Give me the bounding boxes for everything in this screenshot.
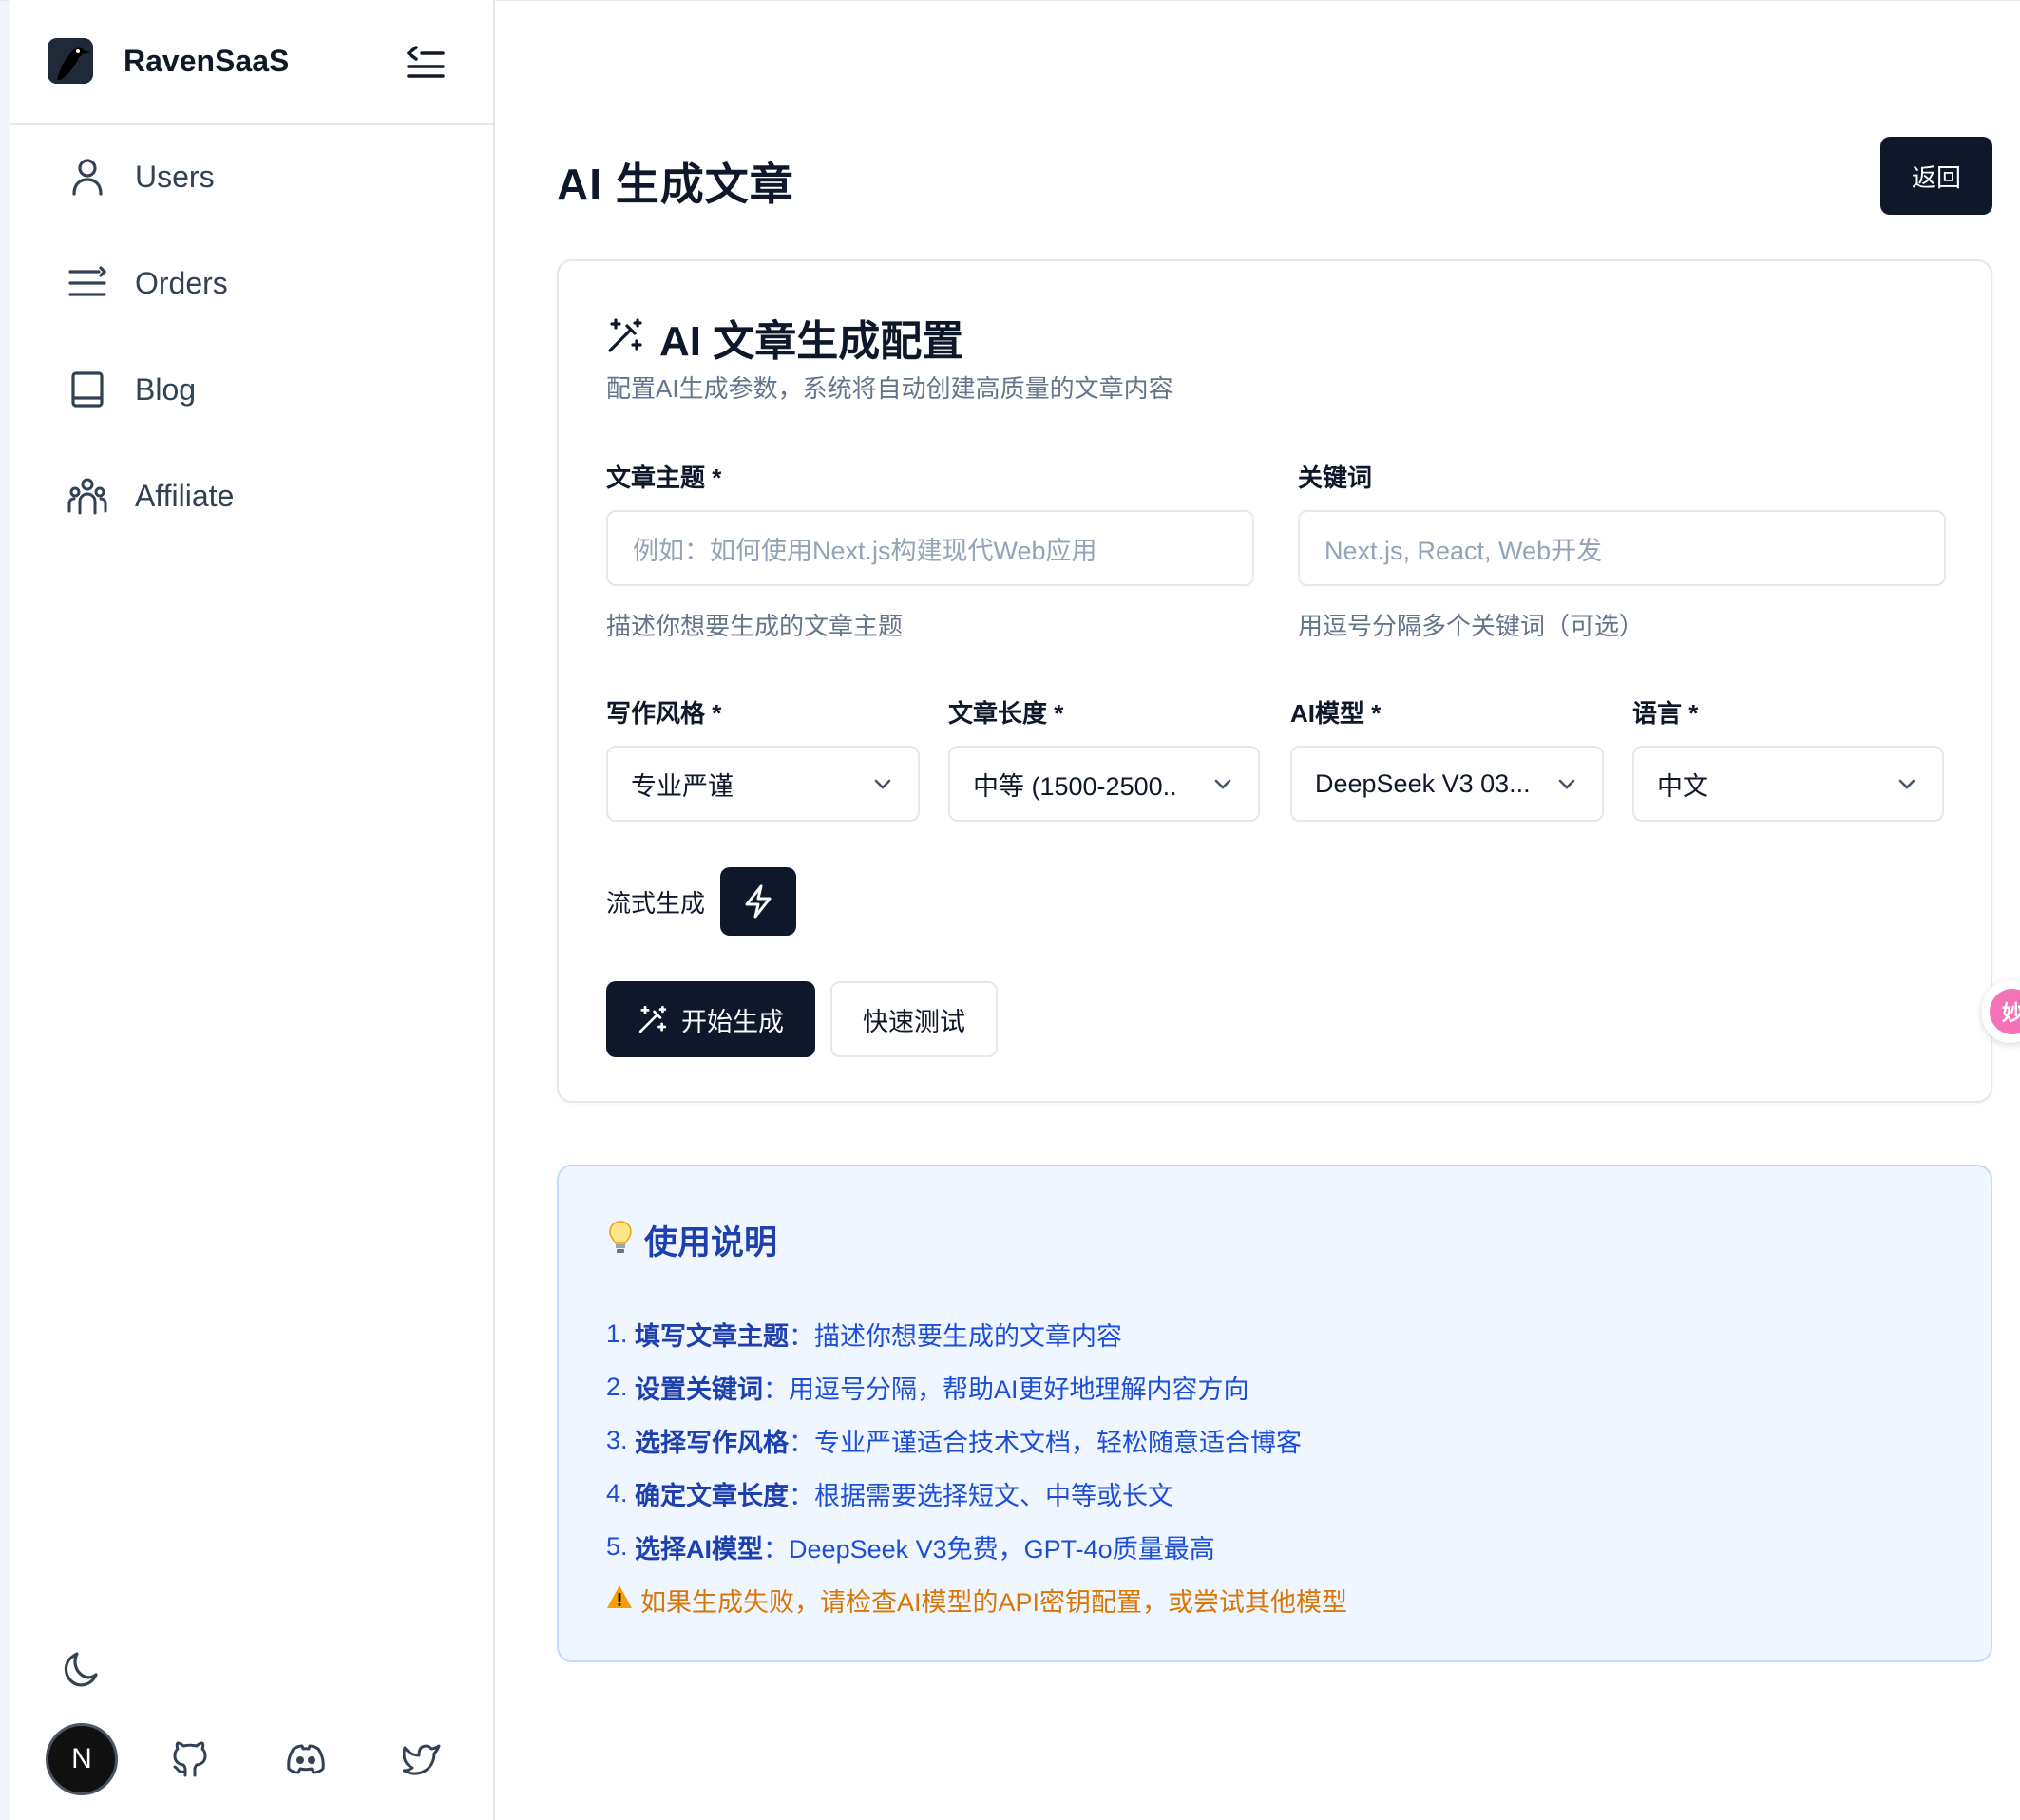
item-text: ：描述你想要生成的文章内容 [789,1321,1123,1351]
item-number: 4. [606,1478,628,1507]
item-title: 选择AI模型 [635,1534,764,1564]
config-card: AI 文章生成配置 配置AI生成参数，系统将自动创建高质量的文章内容 文章主题 … [557,259,1992,1103]
sidebar-item-blog[interactable]: Blog [67,355,466,424]
magic-wand-icon [638,1005,667,1033]
item-number: 3. [606,1425,628,1454]
model-select[interactable]: DeepSeek V3 03... [1290,746,1604,822]
start-generate-label: 开始生成 [681,1007,784,1036]
assistant-icon: 妙 [1990,989,2020,1034]
chevron-down-icon [1898,779,1915,789]
discord-icon[interactable] [281,1735,331,1784]
sidebar-item-users[interactable]: Users [67,142,466,211]
item-text: ：专业严谨适合技术文档，轻松随意适合博客 [789,1428,1303,1457]
item-text: ：根据需要选择短文、中等或长文 [789,1481,1174,1510]
keywords-label: 关键词 [1298,464,1373,492]
keywords-input[interactable]: Next.js, React, Web开发 [1298,510,1946,586]
back-button[interactable]: 返回 [1880,137,1992,215]
start-generate-button[interactable]: 开始生成 [606,981,815,1057]
card-description: 配置AI生成参数，系统将自动创建高质量的文章内容 [606,374,1173,403]
item-number: 2. [606,1372,628,1401]
item-title: 设置关键词 [635,1374,764,1404]
lightbulb-icon [606,1219,635,1261]
list-item: 2. 设置关键词 ：用逗号分隔，帮助AI更好地理解内容方向 [606,1360,1347,1413]
stream-label: 流式生成 [606,889,706,918]
avatar-letter: N [71,1743,92,1774]
chevron-down-icon [1558,779,1575,789]
length-select[interactable]: 中等 (1500-2500.. [948,746,1260,822]
item-title: 选择写作风格 [635,1428,790,1457]
main-content: AI 生成文章 返回 AI 文章生成配置 配置AI生成参数，系统将自动创建高质量… [497,0,2020,1820]
style-label: 写作风格 * [606,699,722,728]
magic-wand-icon [606,316,644,359]
item-text: ：DeepSeek V3免费，GPT-4o质量最高 [763,1534,1215,1564]
twitter-icon[interactable] [397,1735,447,1784]
warning-item: 如果生成失败，请检查AI模型的API密钥配置，或尝试其他模型 [606,1573,1347,1626]
card-title: AI 文章生成配置 [606,307,963,368]
warning-text: 如果生成失败，请检查AI模型的API密钥配置，或尝试其他模型 [640,1587,1348,1617]
item-title: 填写文章主题 [635,1321,790,1351]
list-item: 3. 选择写作风格 ：专业严谨适合技术文档，轻松随意适合博客 [606,1413,1347,1467]
page-title: AI 生成文章 [557,160,794,209]
list-item: 5. 选择AI模型 ：DeepSeek V3免费，GPT-4o质量最高 [606,1520,1347,1573]
length-label: 文章长度 * [948,699,1064,728]
model-value: DeepSeek V3 03... [1315,768,1531,798]
sidebar-item-orders[interactable]: Orders [67,249,466,317]
item-text: ：用逗号分隔，帮助AI更好地理解内容方向 [763,1374,1249,1404]
style-select[interactable]: 专业严谨 [606,746,920,822]
usage-instructions: 使用说明 1. 填写文章主题 ：描述你想要生成的文章内容 2. 设置关键词 ：用逗号… [557,1165,1992,1662]
sidebar-item-label: Blog [135,371,197,407]
user-icon [67,156,108,198]
warning-icon [606,1584,633,1616]
window-edge [0,0,10,1820]
raven-logo-icon[interactable] [48,38,93,84]
help-title: 使用说明 [606,1216,777,1264]
list-item: 4. 确定文章长度 ：根据需要选择短文、中等或长文 [606,1467,1347,1520]
item-number: 5. [606,1531,628,1561]
item-title: 确定文章长度 [635,1481,790,1510]
topic-helper: 描述你想要生成的文章主题 [606,612,904,640]
team-icon [67,475,108,517]
dark-mode-moon-icon[interactable] [55,1643,108,1697]
quick-test-button[interactable]: 快速测试 [830,981,998,1057]
chevron-down-icon [874,779,891,789]
language-select[interactable]: 中文 [1632,746,1944,822]
model-label: AI模型 * [1290,699,1382,728]
lightning-icon [745,884,772,919]
item-number: 1. [606,1318,628,1348]
card-title-text: AI 文章生成配置 [659,318,964,365]
keywords-helper: 用逗号分隔多个关键词（可选） [1298,612,1645,640]
avatar[interactable]: N [46,1723,118,1795]
list-item: 1. 填写文章主题 ：描述你想要生成的文章内容 [606,1307,1347,1360]
language-label: 语言 * [1632,699,1699,728]
topic-input[interactable]: 例如：如何使用Next.js构建现代Web应用 [606,510,1254,586]
topic-label: 文章主题 * [606,464,722,492]
sidebar-item-label: Affiliate [135,478,235,513]
style-value: 专业严谨 [631,771,734,801]
book-icon [67,369,108,410]
stream-toggle-button[interactable] [720,867,796,936]
list-icon [67,262,108,304]
sidebar-item-label: Users [135,159,215,194]
sidebar: RavenSaaS Users Orders Blog Affiliate N [10,0,495,1820]
collapse-sidebar-icon[interactable] [405,42,447,80]
chevron-down-icon [1214,779,1231,789]
sidebar-item-label: Orders [135,265,228,300]
help-title-text: 使用说明 [644,1224,778,1261]
brand-name[interactable]: RavenSaaS [124,44,289,79]
help-list: 1. 填写文章主题 ：描述你想要生成的文章内容 2. 设置关键词 ：用逗号分隔，帮助… [606,1307,1347,1626]
length-value: 中等 (1500-2500.. [973,771,1177,801]
github-icon[interactable] [165,1735,215,1784]
sidebar-item-affiliate[interactable]: Affiliate [67,462,466,530]
sidebar-header: RavenSaaS [10,0,493,125]
language-value: 中文 [1657,771,1708,801]
